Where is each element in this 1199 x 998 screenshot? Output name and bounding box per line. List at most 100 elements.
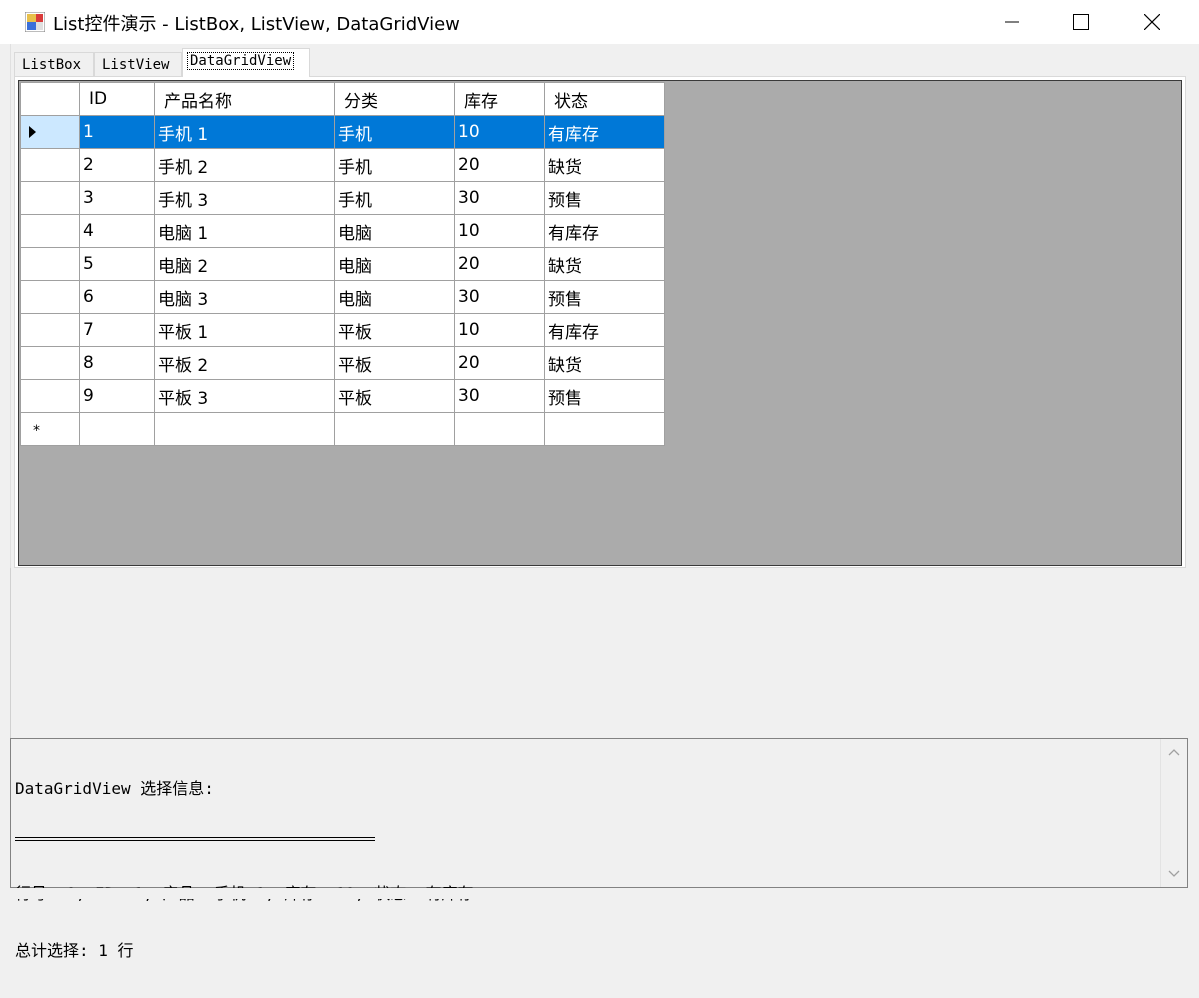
tab-listbox[interactable]: ListBox — [14, 52, 94, 76]
cell-name[interactable]: 平板 1 — [154, 313, 335, 347]
cell-name[interactable]: 手机 3 — [154, 181, 335, 215]
info-separator — [15, 837, 375, 841]
cell-category[interactable] — [334, 412, 455, 446]
cell-category[interactable]: 电脑 — [334, 247, 455, 281]
maximize-icon — [1073, 14, 1089, 30]
row-header[interactable] — [20, 280, 80, 314]
vertical-scrollbar[interactable] — [1160, 739, 1187, 887]
table-row[interactable]: 4 电脑 1 电脑 10 有库存 — [20, 214, 665, 248]
row-header[interactable]: * — [20, 412, 80, 446]
close-button[interactable] — [1117, 0, 1187, 44]
cell-category[interactable]: 手机 — [334, 148, 455, 182]
cell-status[interactable]: 预售 — [544, 379, 665, 413]
row-header[interactable] — [20, 346, 80, 380]
cell-id[interactable]: 7 — [79, 313, 155, 347]
cell-status[interactable]: 有库存 — [544, 313, 665, 347]
cell-category[interactable]: 手机 — [334, 181, 455, 215]
cell-status[interactable]: 预售 — [544, 181, 665, 215]
cell-stock[interactable]: 30 — [454, 280, 545, 314]
tab-listview[interactable]: ListView — [94, 52, 182, 76]
grid-corner-header[interactable] — [20, 82, 80, 116]
cell-status[interactable]: 有库存 — [544, 115, 665, 149]
maximize-button[interactable] — [1046, 0, 1116, 44]
cell-category[interactable]: 电脑 — [334, 280, 455, 314]
column-header-stock[interactable]: 库存 — [454, 82, 545, 116]
table-row[interactable]: 1 手机 1 手机 10 有库存 — [20, 115, 665, 149]
new-row[interactable]: * — [20, 412, 665, 446]
cell-status[interactable]: 预售 — [544, 280, 665, 314]
cell-status[interactable]: 缺货 — [544, 247, 665, 281]
selection-info-textbox[interactable]: DataGridView 选择信息: 行号: 0, ID: 1, 产品: 手机 … — [10, 738, 1188, 960]
cell-stock[interactable]: 20 — [454, 346, 545, 380]
cell-name[interactable]: 手机 2 — [154, 148, 335, 182]
cell-name[interactable]: 手机 1 — [154, 115, 335, 149]
grid-header-row: ID 产品名称 分类 库存 状态 — [20, 82, 665, 116]
table-row[interactable]: 6 电脑 3 电脑 30 预售 — [20, 280, 665, 314]
cell-category[interactable]: 电脑 — [334, 214, 455, 248]
cell-status[interactable]: 缺货 — [544, 148, 665, 182]
app-icon[interactable] — [24, 11, 46, 33]
row-header[interactable] — [20, 313, 80, 347]
cell-stock[interactable]: 20 — [454, 148, 545, 182]
cell-id[interactable] — [79, 412, 155, 446]
table-row[interactable]: 9 平板 3 平板 30 预售 — [20, 379, 665, 413]
cell-stock[interactable]: 30 — [454, 379, 545, 413]
cell-id[interactable]: 8 — [79, 346, 155, 380]
minimize-button[interactable] — [977, 0, 1047, 44]
data-grid-view[interactable]: ID 产品名称 分类 库存 状态 1 手机 1 手机 10 有库存 2 手机 2… — [18, 80, 1182, 566]
row-header[interactable] — [20, 148, 80, 182]
table-row[interactable]: 5 电脑 2 电脑 20 缺货 — [20, 247, 665, 281]
cell-status[interactable] — [544, 412, 665, 446]
row-header[interactable] — [20, 247, 80, 281]
cell-id[interactable]: 5 — [79, 247, 155, 281]
table-row[interactable]: 3 手机 3 手机 30 预售 — [20, 181, 665, 215]
window-title: List控件演示 - ListBox, ListView, DataGridVi… — [53, 14, 460, 35]
cell-id[interactable]: 6 — [79, 280, 155, 314]
close-icon — [1144, 14, 1160, 30]
column-header-name[interactable]: 产品名称 — [154, 82, 335, 116]
tab-label: ListView — [102, 57, 170, 73]
cell-id[interactable]: 9 — [79, 379, 155, 413]
cell-status[interactable]: 缺货 — [544, 346, 665, 380]
title-bar: List控件演示 - ListBox, ListView, DataGridVi… — [0, 0, 1199, 44]
cell-id[interactable]: 3 — [79, 181, 155, 215]
row-header[interactable] — [20, 214, 80, 248]
column-header-id[interactable]: ID — [79, 82, 155, 116]
cell-category[interactable]: 平板 — [334, 379, 455, 413]
cell-name[interactable] — [154, 412, 335, 446]
scroll-down-button[interactable] — [1161, 861, 1187, 887]
column-header-category[interactable]: 分类 — [334, 82, 455, 116]
tab-label: ListBox — [22, 57, 82, 73]
cell-name[interactable]: 平板 2 — [154, 346, 335, 380]
cell-stock[interactable]: 10 — [454, 115, 545, 149]
cell-name[interactable]: 电脑 1 — [154, 214, 335, 248]
column-header-status[interactable]: 状态 — [544, 82, 665, 116]
cell-stock[interactable]: 20 — [454, 247, 545, 281]
cell-name[interactable]: 电脑 2 — [154, 247, 335, 281]
row-header[interactable] — [20, 115, 80, 149]
cell-stock[interactable]: 30 — [454, 181, 545, 215]
row-header[interactable] — [20, 379, 80, 413]
cell-id[interactable]: 4 — [79, 214, 155, 248]
cell-name[interactable]: 平板 3 — [154, 379, 335, 413]
cell-stock[interactable]: 10 — [454, 313, 545, 347]
table-row[interactable]: 8 平板 2 平板 20 缺货 — [20, 346, 665, 380]
cell-status[interactable]: 有库存 — [544, 214, 665, 248]
row-header[interactable] — [20, 181, 80, 215]
cell-category[interactable]: 手机 — [334, 115, 455, 149]
cell-stock[interactable] — [454, 412, 545, 446]
table-row[interactable]: 7 平板 1 平板 10 有库存 — [20, 313, 665, 347]
new-row-icon: * — [33, 423, 40, 439]
cell-name[interactable]: 电脑 3 — [154, 280, 335, 314]
selection-info-content: DataGridView 选择信息: 行号: 0, ID: 1, 产品: 手机 … — [15, 741, 473, 998]
info-total: 总计选择: 1 行 — [15, 941, 134, 960]
cell-category[interactable]: 平板 — [334, 313, 455, 347]
cell-category[interactable]: 平板 — [334, 346, 455, 380]
cell-id[interactable]: 1 — [79, 115, 155, 149]
table-row[interactable]: 2 手机 2 手机 20 缺货 — [20, 148, 665, 182]
scroll-up-button[interactable] — [1161, 739, 1187, 765]
cell-stock[interactable]: 10 — [454, 214, 545, 248]
tab-datagridview[interactable]: DataGridView — [182, 48, 310, 77]
tab-strip: ListBox ListView DataGridView — [14, 47, 1194, 77]
cell-id[interactable]: 2 — [79, 148, 155, 182]
